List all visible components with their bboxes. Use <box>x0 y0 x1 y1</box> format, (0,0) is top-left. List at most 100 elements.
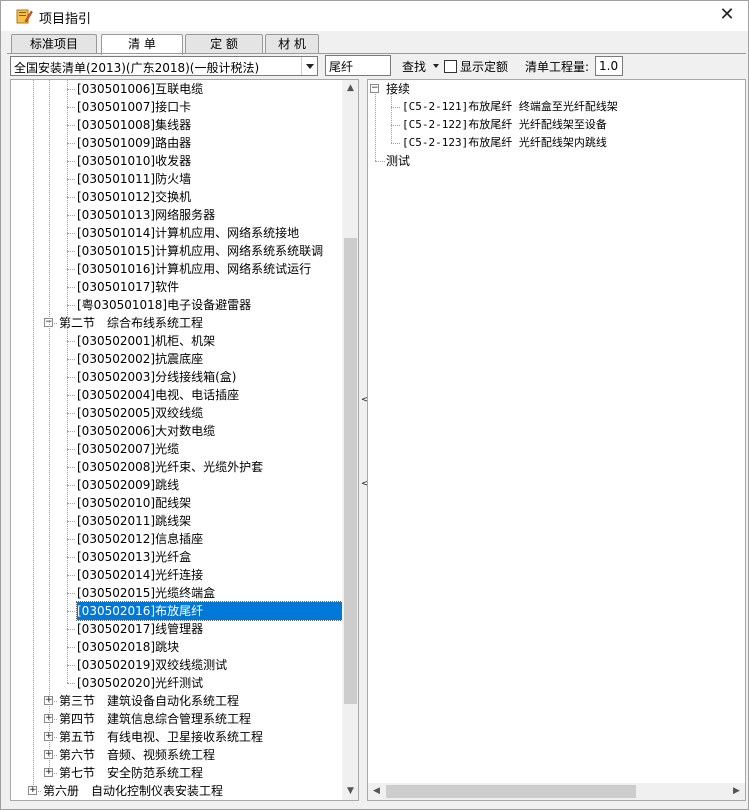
quota-item[interactable]: [C5-2-121]布放尾纤 终端盒至光纤配线架 <box>402 98 618 116</box>
bill-item[interactable]: [030502014]光纤连接 <box>77 566 203 584</box>
tree-connector <box>391 143 400 144</box>
bill-section[interactable]: 第六册 自动化控制仪表安装工程 <box>43 782 223 800</box>
bill-item[interactable]: [030502005]双绞线缆 <box>77 404 203 422</box>
bill-item[interactable]: [030502009]跳线 <box>77 476 179 494</box>
window-title: 项目指引 <box>39 12 92 27</box>
quantity-input[interactable]: 1.0 <box>595 56 623 76</box>
bill-item[interactable]: [030501009]路由器 <box>77 134 191 152</box>
bill-item[interactable]: [030501017]软件 <box>77 278 179 296</box>
bill-item[interactable]: [030502018]跳块 <box>77 638 179 656</box>
tree-connector <box>67 305 75 306</box>
bill-item[interactable]: [030502002]抗震底座 <box>77 350 203 368</box>
bill-section[interactable]: 第五节 有线电视、卫星接收系统工程 <box>59 728 263 746</box>
bill-item[interactable]: [030502019]双绞线缆测试 <box>77 656 227 674</box>
tree-connector <box>67 647 75 648</box>
bill-item[interactable]: [030501016]计算机应用、网络系统试运行 <box>77 260 311 278</box>
quota-item[interactable]: [C5-2-122]布放尾纤 光纤配线架至设备 <box>402 116 607 134</box>
tree-connector <box>375 161 385 162</box>
close-icon[interactable]: ✕ <box>716 4 738 26</box>
tab-standard-items[interactable]: 标准项目 <box>11 34 97 54</box>
tab-materials[interactable]: 材 机 <box>265 34 319 54</box>
tree-connector <box>67 341 75 342</box>
tree-connector <box>391 125 400 126</box>
scroll-thumb[interactable] <box>344 238 357 704</box>
tree-guide-line <box>375 94 376 161</box>
tree-connector <box>67 179 75 180</box>
bill-item[interactable]: [030501015]计算机应用、网络系统系统联调 <box>77 242 323 260</box>
bill-item[interactable]: [030501012]交换机 <box>77 188 191 206</box>
quota-group[interactable]: 测试 <box>386 152 410 170</box>
bill-item[interactable]: [030501006]互联电缆 <box>77 80 203 98</box>
tree-connector <box>67 521 75 522</box>
tree-connector <box>67 89 75 90</box>
bill-item[interactable]: [030502015]光缆终端盒 <box>77 584 215 602</box>
bill-item[interactable]: [030502010]配线架 <box>77 494 191 512</box>
tab-label: 材 机 <box>278 37 306 51</box>
bill-section[interactable]: 第七节 安全防范系统工程 <box>59 764 203 782</box>
tree-connector <box>67 557 75 558</box>
tree-connector <box>67 683 75 684</box>
bill-item[interactable]: [030502013]光纤盒 <box>77 548 191 566</box>
tree-connector <box>67 269 75 270</box>
tab-label: 清 单 <box>128 37 156 51</box>
tree-connector <box>67 233 75 234</box>
find-dropdown-icon[interactable] <box>433 64 439 68</box>
title-bar: 项目指引 ✕ <box>1 1 748 31</box>
bill-item[interactable]: [030501007]接口卡 <box>77 98 191 116</box>
find-button[interactable]: 查找 <box>402 58 426 75</box>
tab-label: 标准项目 <box>29 37 78 51</box>
bill-item[interactable]: [030502020]光纤测试 <box>77 674 203 692</box>
scroll-up-icon[interactable]: ▲ <box>342 80 358 97</box>
notebook-pencil-icon <box>15 7 33 25</box>
bill-item[interactable]: [030502006]大对数电缆 <box>77 422 215 440</box>
tree-connector <box>67 377 75 378</box>
bill-item[interactable]: [030502012]信息插座 <box>77 530 203 548</box>
bill-tree-scrollbar[interactable]: ▲ ▼ <box>342 80 358 800</box>
bill-item[interactable]: [030501010]收发器 <box>77 152 191 170</box>
bill-section[interactable]: 第四节 建筑信息综合管理系统工程 <box>59 710 251 728</box>
bill-item[interactable]: [030501011]防火墙 <box>77 170 191 188</box>
bill-item[interactable]: [030502007]光缆 <box>77 440 179 458</box>
tree-connector <box>67 467 75 468</box>
quota-group[interactable]: 接续 <box>386 80 410 98</box>
tab-bill[interactable]: 清 单 <box>101 34 183 55</box>
show-quota-checkbox[interactable] <box>444 60 457 73</box>
bill-item[interactable]: [030502008]光纤束、光缆外护套 <box>77 458 263 476</box>
project-guide-window: 项目指引 ✕ 标准项目 清 单 定 额 材 机 全国安装清单(2013)(广东2… <box>0 0 749 810</box>
tree-connector <box>67 359 75 360</box>
tree-connector <box>67 215 75 216</box>
bill-section[interactable]: 第三节 建筑设备自动化系统工程 <box>59 692 239 710</box>
pane-splitter[interactable]: < < <box>359 79 369 801</box>
quota-item[interactable]: [C5-2-123]布放尾纤 光纤配线架内跳线 <box>402 134 607 152</box>
tab-quota[interactable]: 定 额 <box>185 34 263 54</box>
bill-item[interactable]: [030501014]计算机应用、网络系统接地 <box>77 224 299 242</box>
hscroll-thumb[interactable] <box>386 785 636 798</box>
tab-label: 定 额 <box>210 37 238 51</box>
bill-item[interactable]: [030502016]布放尾纤 <box>76 601 343 621</box>
scroll-left-icon[interactable]: ◀ <box>368 783 385 800</box>
scroll-right-icon[interactable]: ▶ <box>728 783 745 800</box>
library-select[interactable]: 全国安装清单(2013)(广东2018)(一般计税法) <box>10 56 318 76</box>
bill-item[interactable]: [030502003]分线接线箱(盒) <box>77 368 236 386</box>
quota-tree-hscrollbar[interactable]: ◀ ▶ <box>368 783 745 800</box>
library-select-value: 全国安装清单(2013)(广东2018)(一般计税法) <box>14 61 260 75</box>
bill-item[interactable]: [030502017]线管理器 <box>77 620 203 638</box>
bill-item[interactable]: [030502001]机柜、机架 <box>77 332 215 350</box>
bill-item[interactable]: [030501008]集线器 <box>77 116 191 134</box>
bill-item[interactable]: [030501013]网络服务器 <box>77 206 215 224</box>
search-input[interactable]: 尾纤 <box>325 55 391 76</box>
bill-item[interactable]: [粤030501018]电子设备避雷器 <box>77 296 251 314</box>
bill-section[interactable]: 第六节 音频、视频系统工程 <box>59 746 215 764</box>
tree-connector <box>67 395 75 396</box>
tree-connector <box>67 485 75 486</box>
quota-tree-pane: − 接续 [C5-2-121]布放尾纤 终端盒至光纤配线架 [C5-2-122]布放尾… <box>367 79 746 801</box>
bill-tree-pane: [030501006]互联电缆 [030501007]接口卡 [030501008]… <box>10 79 359 801</box>
scroll-down-icon[interactable]: ▼ <box>342 783 358 800</box>
chevron-down-icon[interactable] <box>301 57 317 75</box>
collapse-icon[interactable]: − <box>370 84 379 93</box>
tree-connector <box>67 449 75 450</box>
tree-connector <box>67 575 75 576</box>
bill-item[interactable]: [030502004]电视、电话插座 <box>77 386 239 404</box>
bill-section[interactable]: 第二节 综合布线系统工程 <box>59 314 203 332</box>
bill-item[interactable]: [030502011]跳线架 <box>77 512 191 530</box>
